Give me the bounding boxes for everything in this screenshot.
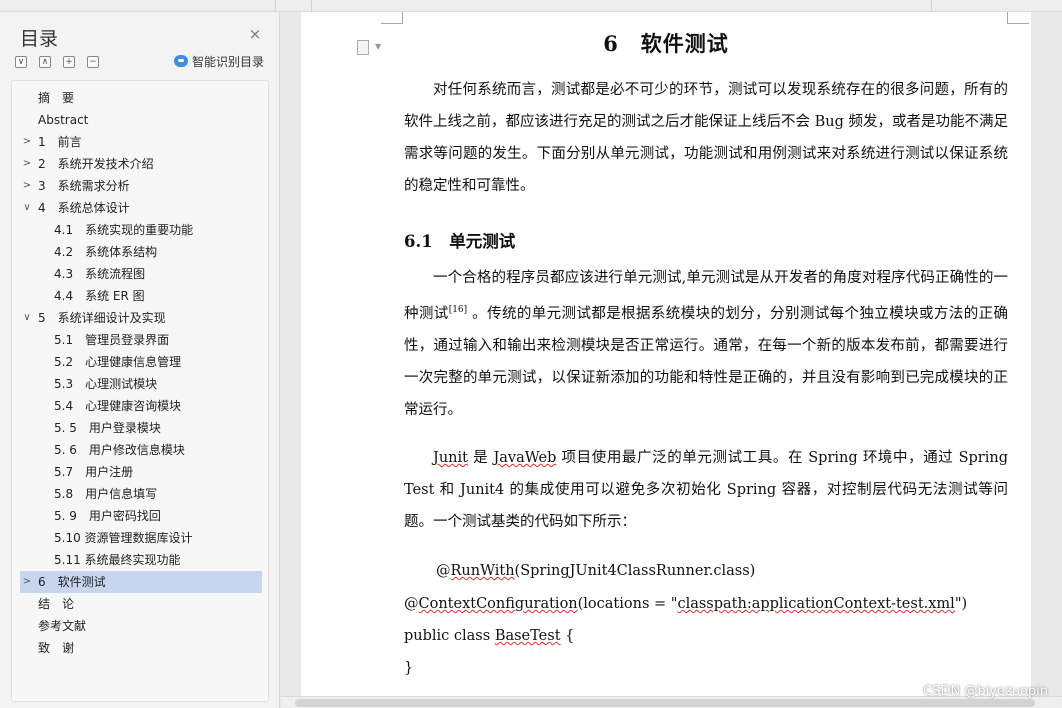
toc-item[interactable]: 5.11 系统最终实现功能 bbox=[20, 549, 262, 571]
toc-item-label: 5.3 心理测试模块 bbox=[54, 377, 158, 391]
toc-item[interactable]: >3 系统需求分析 bbox=[20, 175, 262, 197]
code-line: @RunWith(SpringJUnit4ClassRunner.class) bbox=[436, 563, 756, 579]
toc-item[interactable]: >2 系统开发技术介绍 bbox=[20, 153, 262, 175]
intro-paragraph: 对任何系统而言，测试都是必不可少的环节，测试可以发现系统存在的很多问题，所有的软… bbox=[404, 82, 1008, 194]
toc-item-label: 5.2 心理健康信息管理 bbox=[54, 355, 182, 369]
toc-item[interactable]: 4.2 系统体系结构 bbox=[20, 241, 262, 263]
document-page: ▼ 6 软件测试 对任何系统而言，测试都是必不可少的环节，测试可以发现系统存在的… bbox=[301, 12, 1031, 696]
toc-item-label: 5 系统详细设计及实现 bbox=[38, 311, 166, 325]
toc-item-label: 5.8 用户信息填写 bbox=[54, 487, 158, 501]
toc-item-label: 5.1 管理员登录界面 bbox=[54, 333, 170, 347]
toc-item[interactable]: 结 论 bbox=[20, 593, 262, 615]
toc-item[interactable]: 5.7 用户注册 bbox=[20, 461, 262, 483]
toc-item-label: 3 系统需求分析 bbox=[38, 179, 130, 193]
toc-item[interactable]: 5.2 心理健康信息管理 bbox=[20, 351, 262, 373]
toc-item[interactable]: Abstract bbox=[20, 109, 262, 131]
scrollbar-thumb[interactable] bbox=[295, 699, 1035, 707]
add-level-button[interactable]: + bbox=[63, 56, 75, 68]
chevron-down-icon[interactable]: ∨ bbox=[22, 197, 32, 219]
chevron-down-icon[interactable]: ∨ bbox=[22, 307, 32, 329]
toc-item-label: 1 前言 bbox=[38, 135, 82, 149]
remove-level-button[interactable]: − bbox=[87, 56, 99, 68]
toc-item-label: 结 论 bbox=[38, 597, 75, 611]
toc-item-label: 5.4 心理健康咨询模块 bbox=[54, 399, 182, 413]
toc-item-label: 4 系统总体设计 bbox=[38, 201, 130, 215]
chevron-right-icon[interactable]: > bbox=[22, 131, 32, 153]
toc-panel-title: 目录 bbox=[20, 28, 59, 50]
toc-item[interactable]: 4.3 系统流程图 bbox=[20, 263, 262, 285]
toc-item-label: 4.3 系统流程图 bbox=[54, 267, 146, 281]
toc-item[interactable]: 5.8 用户信息填写 bbox=[20, 483, 262, 505]
citation: [16] bbox=[448, 305, 468, 315]
toc-item-label: 参考文献 bbox=[38, 619, 87, 633]
toc-item-label: 5. 9 用户密码找回 bbox=[54, 509, 161, 523]
cloud-icon bbox=[174, 55, 188, 67]
toc-item[interactable]: ∨ 5 系统详细设计及实现 bbox=[20, 307, 262, 329]
crop-mark bbox=[381, 12, 403, 24]
chevron-right-icon[interactable]: > bbox=[22, 571, 32, 593]
toc-item-label: 6 软件测试 bbox=[38, 575, 106, 589]
close-icon[interactable]: × bbox=[247, 26, 263, 42]
junit-paragraph: Junit 是 JavaWeb 项目使用最广泛的单元测试工具。在 Spring … bbox=[404, 450, 1008, 530]
toc-item-label: 5.11 系统最终实现功能 bbox=[54, 553, 181, 567]
code-line: } bbox=[404, 660, 414, 676]
toc-item[interactable]: 5.1 管理员登录界面 bbox=[20, 329, 262, 351]
unit-test-paragraph: 一个合格的程序员都应该进行单元测试,单元测试是从开发者的角度对程序代码正确性的一… bbox=[404, 270, 1008, 418]
watermark: CSDN @biyezuopin bbox=[923, 684, 1048, 699]
app-window: 目录 × ∨ ∧ + − 智能识别目录 摘 要 Abstract >1 前言 >2 系… bbox=[0, 0, 1062, 708]
smart-detect-label: 智能识别目录 bbox=[192, 55, 265, 69]
toc-item[interactable]: 5.4 心理健康咨询模块 bbox=[20, 395, 262, 417]
collapse-all-button[interactable]: ∨ bbox=[15, 56, 27, 68]
toc-item[interactable]: 5. 6 用户修改信息模块 bbox=[20, 439, 262, 461]
toc-item[interactable]: 5.3 心理测试模块 bbox=[20, 373, 262, 395]
section-title: 6.1 单元测试 bbox=[404, 232, 516, 251]
toc-item-label: 5.7 用户注册 bbox=[54, 465, 134, 479]
toc-item[interactable]: 5. 9 用户密码找回 bbox=[20, 505, 262, 527]
toc-item[interactable]: 参考文献 bbox=[20, 615, 262, 637]
chapter-title: 6 软件测试 bbox=[603, 31, 729, 56]
code-line: @ContextConfiguration(locations = "class… bbox=[404, 596, 968, 612]
toc-item[interactable]: 摘 要 bbox=[20, 87, 262, 109]
expand-up-button[interactable]: ∧ bbox=[39, 56, 51, 68]
toc-item-label: 5.10 资源管理数据库设计 bbox=[54, 531, 193, 545]
toc-item[interactable]: 4.4 系统 ER 图 bbox=[20, 285, 262, 307]
toc-item[interactable]: 5.10 资源管理数据库设计 bbox=[20, 527, 262, 549]
toc-item-label: 致 谢 bbox=[38, 641, 75, 655]
toc-item-label: 5. 6 用户修改信息模块 bbox=[54, 443, 185, 457]
toc-panel: 目录 × ∨ ∧ + − 智能识别目录 摘 要 Abstract >1 前言 >2 系… bbox=[0, 12, 280, 708]
toc-item-label: 4.2 系统体系结构 bbox=[54, 245, 158, 259]
toc-item-label: 4.4 系统 ER 图 bbox=[54, 289, 145, 303]
crop-mark bbox=[1007, 12, 1029, 24]
toc-item-label: 2 系统开发技术介绍 bbox=[38, 157, 154, 171]
toc-item[interactable]: 4.1 系统实现的重要功能 bbox=[20, 219, 262, 241]
chevron-right-icon[interactable]: > bbox=[22, 153, 32, 175]
toc-item-label: 5. 5 用户登录模块 bbox=[54, 421, 161, 435]
toc-item[interactable]: 5. 5 用户登录模块 bbox=[20, 417, 262, 439]
chevron-right-icon[interactable]: > bbox=[22, 175, 32, 197]
toc-item-label: Abstract bbox=[38, 113, 89, 127]
toc-item[interactable]: 致 谢 bbox=[20, 637, 262, 659]
toc-item[interactable]: ∨ 4 系统总体设计 bbox=[20, 197, 262, 219]
toc-item-label: 摘 要 bbox=[38, 91, 75, 105]
top-tab-strip bbox=[0, 0, 1062, 12]
toc-list: 摘 要 Abstract >1 前言 >2 系统开发技术介绍 >3 系统需求分析 ∨ 4 系… bbox=[11, 80, 269, 702]
toc-item-label: 4.1 系统实现的重要功能 bbox=[54, 223, 194, 237]
document-area: ▼ 6 软件测试 对任何系统而言，测试都是必不可少的环节，测试可以发现系统存在的… bbox=[281, 12, 1062, 708]
toc-item[interactable]: >6 软件测试 bbox=[20, 571, 262, 593]
code-line: public class BaseTest { bbox=[404, 628, 575, 644]
smart-detect-toc-button[interactable]: 智能识别目录 bbox=[174, 54, 264, 70]
toc-item[interactable]: >1 前言 bbox=[20, 131, 262, 153]
